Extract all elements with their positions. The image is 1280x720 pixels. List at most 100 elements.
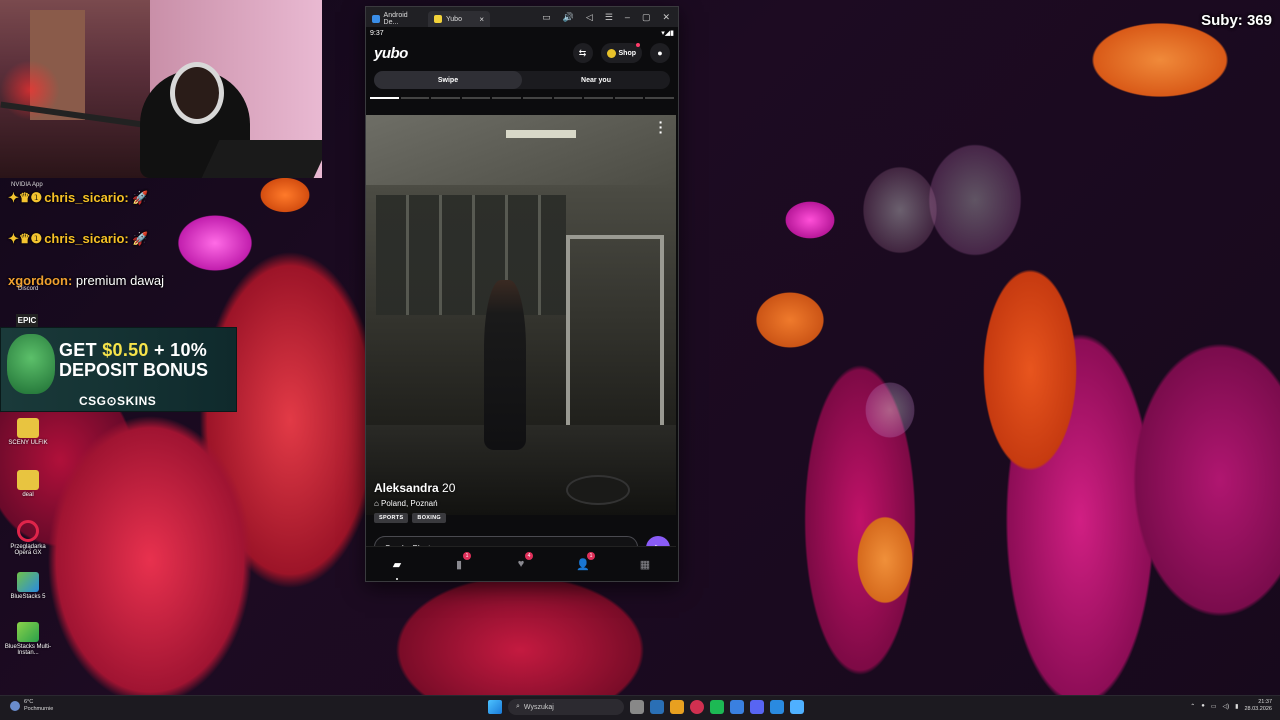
taskbar-app-icon[interactable]	[650, 700, 664, 714]
taskbar-app-icon[interactable]	[670, 700, 684, 714]
photo-window	[376, 195, 566, 315]
promo-line2: DEPOSIT BONUS	[59, 360, 209, 380]
chat-username: chris_sicario	[44, 231, 125, 246]
taskbar-search[interactable]: ⌕ Wyszukaj	[508, 699, 624, 715]
volume-tray-icon[interactable]: ◁)	[1223, 703, 1230, 710]
desktop-icon-bluestacks[interactable]: BlueStacks 5	[2, 572, 54, 600]
taskbar-app-icon[interactable]	[790, 700, 804, 714]
status-bar: 9:37 ▾◢▮	[366, 27, 678, 39]
webcam-desk	[200, 140, 322, 178]
progress-segment	[522, 97, 552, 99]
desktop-icon-label: BlueStacks 5	[10, 594, 46, 600]
start-icon[interactable]	[488, 700, 502, 714]
taskbar-app-icon[interactable]	[730, 700, 744, 714]
clock-date: 28.03.2026	[1244, 706, 1272, 712]
nav-swipe[interactable]: ▰	[385, 552, 409, 580]
progress-segment	[370, 97, 399, 99]
active-dot	[396, 578, 398, 580]
bluestacks-multi-icon	[17, 622, 39, 642]
photo-person	[484, 280, 526, 450]
nav-chats[interactable]: ▮ 1	[447, 552, 471, 576]
mascot-icon	[7, 334, 55, 394]
photo-plate	[566, 475, 630, 505]
chat-text: 🚀	[132, 190, 149, 205]
desktop-icon-label: Przeglądarka Opera GX	[10, 544, 46, 556]
tab-close-icon[interactable]: ×	[479, 15, 484, 24]
app-header: yubo ⇆ Shop ●	[366, 39, 678, 67]
profile-age: 20	[442, 481, 456, 495]
network-icon[interactable]: ▭	[1211, 703, 1217, 710]
maximize-button[interactable]: ▢	[642, 12, 651, 23]
profile-button[interactable]: ●	[650, 43, 670, 63]
desktop-icon-label: deal	[22, 492, 34, 498]
desktop-icon-opera-gx[interactable]: Przeglądarka Opera GX	[2, 520, 54, 556]
profile-photo[interactable]	[366, 115, 676, 515]
taskbar-app-icon[interactable]	[710, 700, 724, 714]
tab-android-device[interactable]: Android De...	[366, 11, 428, 27]
heart-icon: ♥	[517, 558, 525, 570]
filter-button[interactable]: ⇆	[572, 43, 593, 63]
progress-segment	[584, 97, 613, 99]
taskbar-app-icon[interactable]	[630, 700, 644, 714]
photo-rack	[566, 235, 664, 439]
nav-likes[interactable]: ♥ 4	[509, 552, 533, 576]
taskbar-apps: ⌕ Wyszukaj	[488, 699, 804, 715]
weather-widget[interactable]: 6°C Pochmurnie	[10, 699, 53, 713]
clock[interactable]: 21:37 28.03.2026	[1244, 699, 1272, 713]
nav-more[interactable]: ▦	[633, 552, 657, 576]
chat-text: premium dawaj	[72, 273, 165, 288]
nav-badge: 1	[587, 552, 595, 560]
folder-icon	[17, 418, 39, 438]
chat-text: 🚀	[132, 231, 149, 246]
shop-button[interactable]: Shop	[600, 43, 642, 63]
back-icon[interactable]: ◁	[586, 12, 593, 23]
weather-desc: Pochmurnie	[24, 706, 54, 712]
notification-dot	[636, 43, 640, 47]
tag-boxing: BOXING	[412, 513, 446, 523]
volume-icon[interactable]: 🔊	[563, 12, 574, 23]
chat-message-1: ✦♛❶ chris_sicario: 🚀	[8, 190, 149, 206]
menu-icon[interactable]: ☰	[605, 12, 613, 23]
search-icon: ⌕	[516, 703, 520, 710]
webcam-overlay	[0, 0, 322, 178]
subs-counter: Suby: 369	[1201, 12, 1272, 29]
minimize-button[interactable]: –	[625, 12, 630, 23]
coin-icon	[606, 48, 616, 58]
tab-label: Yubo	[446, 15, 462, 23]
progress-segment	[614, 97, 644, 99]
android-icon	[372, 15, 380, 23]
more-options-icon[interactable]: · · ·	[658, 115, 664, 139]
screen-icon[interactable]: ▭	[542, 12, 551, 23]
close-button[interactable]: ✕	[662, 12, 670, 23]
weather-temp: 6°C	[24, 699, 34, 705]
bluestacks-icon	[17, 572, 39, 592]
phone-screen: 9:37 ▾◢▮ yubo ⇆ Shop ● Swipe Near you · …	[366, 27, 678, 581]
yubo-logo: yubo	[374, 44, 408, 62]
window-titlebar[interactable]: Android De... Yubo × ▭ 🔊 ◁ ☰ – ▢ ✕	[366, 7, 678, 27]
status-time: 9:37	[370, 29, 384, 37]
shop-label: Shop	[618, 49, 637, 57]
tab-near-you[interactable]: Near you	[522, 71, 670, 89]
tab-yubo[interactable]: Yubo ×	[428, 11, 490, 27]
promo-line1: GET $0.50 + 10%	[59, 340, 207, 361]
mode-switch: Swipe Near you	[374, 71, 670, 89]
bottom-nav: ▰ ▮ 1 ♥ 4 👤 1 ▦	[366, 546, 676, 581]
nav-friends[interactable]: 👤 1	[571, 552, 595, 576]
taskbar-app-icon[interactable]	[770, 700, 784, 714]
profile-location: ⌂ Poland, Poznań	[374, 499, 438, 508]
battery-icon[interactable]: ▮	[1235, 703, 1238, 710]
desktop-icon-bluestacks-multi[interactable]: BlueStacks Multi-Instan...	[2, 622, 54, 656]
opera-gx-icon	[17, 520, 39, 542]
chat-sep: :	[124, 190, 129, 205]
taskbar-app-icon[interactable]	[750, 700, 764, 714]
photo-ceiling	[366, 115, 676, 185]
desktop-icon-label: SCENY ULFIK	[8, 440, 48, 446]
profile-tags: SPORTS BOXING	[374, 513, 455, 523]
taskbar-app-icon[interactable]	[690, 700, 704, 714]
progress-segment	[400, 97, 430, 99]
desktop-icon-deal[interactable]: deal	[2, 470, 54, 498]
mic-icon[interactable]: ●	[1201, 703, 1205, 709]
chevron-up-icon[interactable]: ⌃	[1190, 703, 1195, 710]
desktop-icon-folder-sceny[interactable]: SCENY ULFIK	[2, 418, 54, 446]
tab-swipe[interactable]: Swipe	[374, 71, 522, 89]
